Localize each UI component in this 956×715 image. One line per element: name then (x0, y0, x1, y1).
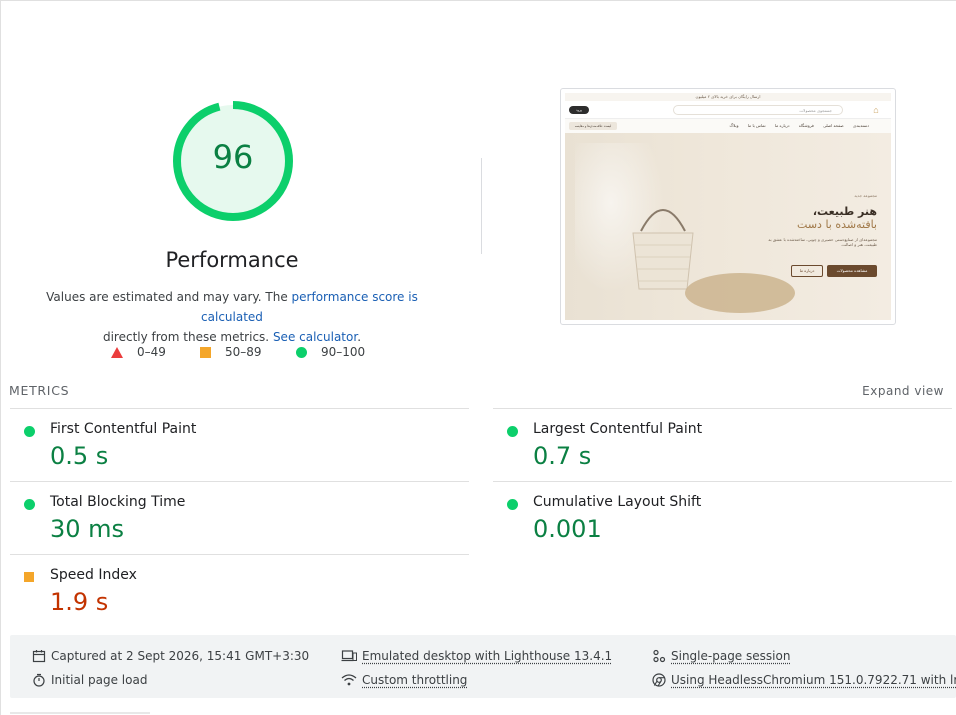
metrics-divider (10, 408, 469, 409)
metrics-divider (493, 408, 952, 409)
thumb-heading: هنر طبیعت، بافته‌شده با دست مجموعه‌ای از… (757, 205, 877, 247)
thumb-nav: لیست علاقه‌مندی‌ها و مقایسه دسته‌بندی صف… (565, 119, 891, 133)
frame-top-border (0, 0, 956, 1)
thumb-nav-item: تماس با ما (747, 123, 766, 128)
chrome-icon (652, 673, 666, 687)
green-circle-icon (296, 346, 307, 358)
thumb-nav-item: وبلاگ (729, 123, 739, 128)
red-triangle-icon (111, 346, 123, 358)
metric-value: 30 ms (50, 515, 125, 543)
final-screenshot-thumbnail[interactable]: ارسال رایگان برای خرید بالای ۲ میلیون ور… (560, 88, 896, 325)
category-title: Performance (165, 248, 299, 272)
desc-text-1: Values are estimated and may vary. The (46, 290, 292, 304)
thumb-tray-image (685, 273, 795, 313)
metrics-section-label: METRICS (9, 383, 70, 398)
metrics-divider (493, 481, 952, 482)
thumb-heading-line1: هنر طبیعت، (812, 205, 877, 218)
metric-name: Total Blocking Time (50, 494, 186, 510)
calendar-icon (32, 650, 46, 663)
thumb-search: جستجوی محصولات (673, 105, 843, 115)
browser-item[interactable]: Using HeadlessChromium 151.0.7922.71 wit… (652, 673, 956, 687)
legend-average-label: 50–89 (225, 345, 262, 359)
runtime-settings-footer: Captured at 2 Sept 2026, 15:41 GMT+3:30 … (10, 635, 956, 698)
thumb-logo-icon: ⌂ (873, 105, 879, 115)
captured-at-text: Captured at 2 Sept 2026, 15:41 GMT+3:30 (51, 649, 310, 663)
legend-fail-label: 0–49 (137, 345, 166, 359)
bottom-rule (10, 712, 150, 714)
pass-circle-icon (24, 426, 35, 437)
thumb-nav-chip: لیست علاقه‌مندی‌ها و مقایسه (569, 122, 617, 130)
desc-end: . (357, 330, 362, 344)
throttling-text[interactable]: Custom throttling (362, 673, 467, 687)
initial-load-text: Initial page load (51, 673, 148, 687)
initial-load-item: Initial page load (32, 673, 147, 687)
metric-name: Cumulative Layout Shift (533, 494, 702, 510)
thumb-nav-items: دسته‌بندی صفحه اصلی فروشگاه درباره ما تم… (722, 122, 869, 130)
thumb-nav-item: صفحه اصلی (823, 123, 844, 128)
timer-icon (33, 673, 45, 687)
desktop-icon (341, 650, 357, 662)
thumb-nav-item: درباره ما (774, 123, 790, 128)
thumb-topbar: ارسال رایگان برای خرید بالای ۲ میلیون (565, 93, 891, 101)
metric-value: 0.5 s (50, 442, 109, 470)
thumb-nav-item: دسته‌بندی (852, 123, 869, 128)
session-icon (653, 649, 666, 663)
thumb-heading-line2: بافته‌شده با دست (797, 218, 877, 231)
metric-value: 0.001 (533, 515, 602, 543)
metric-name: First Contentful Paint (50, 421, 197, 437)
session-item[interactable]: Single-page session (652, 649, 790, 663)
thumb-nav-item: فروشگاه (798, 123, 814, 128)
thumb-subtext: مجموعه‌ای از صنایع‌دستی حصیری و چوبی، سا… (768, 237, 877, 247)
frame-left-border (0, 0, 1, 715)
legend-average: 50–89 (200, 345, 262, 359)
vertical-divider (481, 158, 482, 254)
pass-circle-icon (507, 499, 518, 510)
captured-at-item: Captured at 2 Sept 2026, 15:41 GMT+3:30 (32, 649, 309, 663)
thumb-hero: مجموعه جدید هنر طبیعت، بافته‌شده با دست … (565, 133, 891, 320)
orange-square-icon (200, 346, 211, 358)
throttling-item[interactable]: Custom throttling (341, 673, 467, 687)
legend-pass-label: 90–100 (321, 345, 366, 359)
thumb-header: ورود جستجوی محصولات ⌂ (565, 101, 891, 119)
average-square-icon (24, 572, 34, 582)
thumb-basket-image (632, 209, 694, 290)
browser-text[interactable]: Using HeadlessChromium 151.0.7922.71 wit… (671, 673, 956, 687)
emulated-device-item[interactable]: Emulated desktop with Lighthouse 13.4.1 (341, 649, 612, 663)
pass-circle-icon (507, 426, 518, 437)
metric-name: Speed Index (50, 567, 137, 583)
metric-name: Largest Contentful Paint (533, 421, 703, 437)
thumb-login-button: ورود (569, 106, 589, 114)
thumb-cta-primary: مشاهده محصولات (827, 265, 877, 277)
performance-score: 96 (212, 138, 254, 176)
metrics-divider (10, 481, 469, 482)
see-calculator-link[interactable]: See calculator (273, 330, 357, 344)
legend-pass: 90–100 (296, 345, 365, 359)
expand-view-toggle[interactable]: Expand view (862, 384, 944, 398)
desc-text-2: directly from these metrics. (102, 330, 273, 344)
emulated-device-text[interactable]: Emulated desktop with Lighthouse 13.4.1 (362, 649, 612, 663)
score-description: Values are estimated and may vary. The p… (32, 287, 432, 347)
thumb-cta-secondary: درباره ما (791, 265, 823, 277)
legend-fail: 0–49 (111, 345, 166, 359)
session-text[interactable]: Single-page session (671, 649, 790, 663)
metric-value: 1.9 s (50, 588, 109, 616)
thumb-tag: مجموعه جدید (854, 193, 877, 198)
pass-circle-icon (24, 499, 35, 510)
metrics-divider (10, 554, 469, 555)
thumbnail-page: ارسال رایگان برای خرید بالای ۲ میلیون ور… (565, 93, 891, 320)
wifi-icon (341, 674, 357, 686)
metric-value: 0.7 s (533, 442, 592, 470)
